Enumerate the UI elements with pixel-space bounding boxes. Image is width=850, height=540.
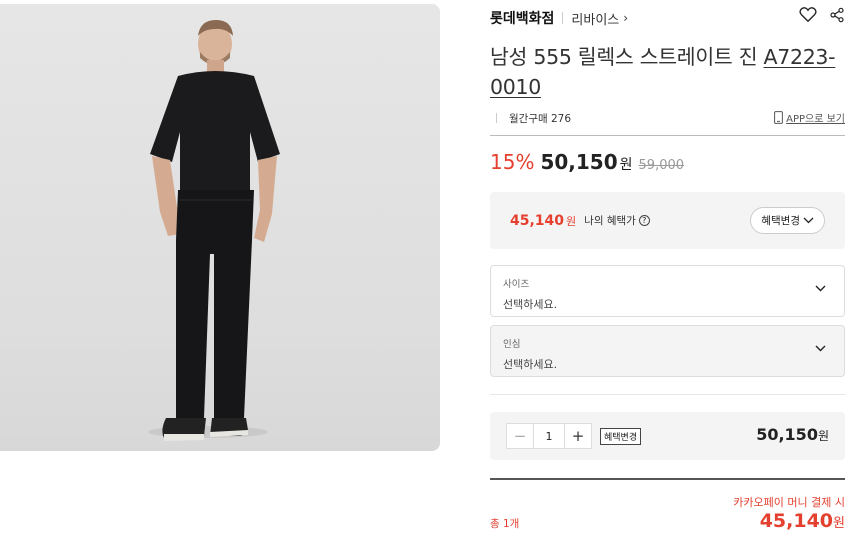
quantity-value[interactable]: 1: [533, 424, 565, 448]
original-price: 59,000: [638, 158, 685, 173]
size-select-value: 선택하세요.: [503, 298, 558, 311]
product-photo: [148, 20, 280, 441]
change-benefit-button[interactable]: 혜택변경: [750, 207, 825, 234]
total-price-unit: 원: [833, 516, 845, 531]
benefit-price: 45,140: [510, 212, 565, 229]
sales-tick: [496, 113, 497, 123]
share-icon[interactable]: [829, 7, 845, 23]
increase-button[interactable]: +: [565, 424, 591, 448]
chevron-down-icon: [815, 345, 826, 352]
sale-price-unit: 원: [619, 157, 633, 173]
size-select[interactable]: 사이즈 선택하세요.: [490, 265, 845, 317]
brand-row: 롯데백화점 리바이스 ›: [490, 6, 845, 30]
brand-link[interactable]: 리바이스: [571, 9, 619, 28]
inseam-select-label: 인심: [503, 339, 521, 350]
product-title: 남성 555 릴렉스 스트레이트 진 A7223-0010: [490, 42, 845, 102]
brand-separator: [562, 12, 564, 24]
monthly-sales: 월간구매 276: [509, 112, 572, 125]
options-divider: [490, 394, 845, 395]
chevron-down-icon: [803, 217, 814, 224]
app-view-link[interactable]: APP으로 보기: [774, 110, 845, 125]
total-divider: [490, 478, 845, 480]
heart-icon[interactable]: [799, 6, 817, 23]
item-benefit-button[interactable]: 혜택변경: [600, 427, 642, 445]
item-price-value: 50,150: [756, 425, 818, 444]
chevron-right-icon[interactable]: ›: [623, 11, 628, 25]
item-price-unit: 원: [817, 429, 829, 443]
product-image[interactable]: [0, 4, 440, 451]
product-title-text: 남성 555 릴렉스 스트레이트 진: [490, 45, 764, 69]
info-icon[interactable]: ?: [638, 215, 650, 226]
quantity-box: − 1 + 혜택변경 50,150원: [490, 412, 845, 460]
total-price: 45,140원: [490, 510, 845, 532]
benefit-price-unit: 원: [566, 214, 577, 228]
change-benefit-label: 혜택변경: [761, 215, 800, 227]
discount-rate: 15%: [490, 150, 535, 174]
benefit-label: 나의 혜택가: [584, 215, 636, 227]
app-view-label: APP으로 보기: [786, 114, 845, 125]
quantity-stepper: − 1 +: [506, 423, 592, 449]
store-name[interactable]: 롯데백화점: [490, 8, 554, 28]
size-select-label: 사이즈: [503, 279, 530, 290]
total-price-value: 45,140: [759, 510, 834, 532]
phone-icon: [774, 111, 784, 124]
item-price: 50,150원: [756, 425, 829, 444]
kakao-pay-note: 카카오페이 머니 결제 시: [733, 496, 845, 509]
inseam-select-value: 선택하세요.: [503, 358, 558, 371]
chevron-down-icon: [815, 285, 826, 292]
inseam-select[interactable]: 인심 선택하세요.: [490, 325, 845, 377]
sales-row: 월간구매 276 APP으로 보기: [490, 108, 845, 128]
sale-price: 50,150: [540, 150, 618, 174]
header-actions: [799, 6, 845, 23]
benefit-box: 45,140 원 나의 혜택가 ? 혜택변경: [490, 192, 845, 249]
price-row: 15% 50,150 원 59,000: [490, 150, 845, 174]
title-divider: [490, 135, 845, 136]
decrease-button[interactable]: −: [507, 424, 533, 448]
